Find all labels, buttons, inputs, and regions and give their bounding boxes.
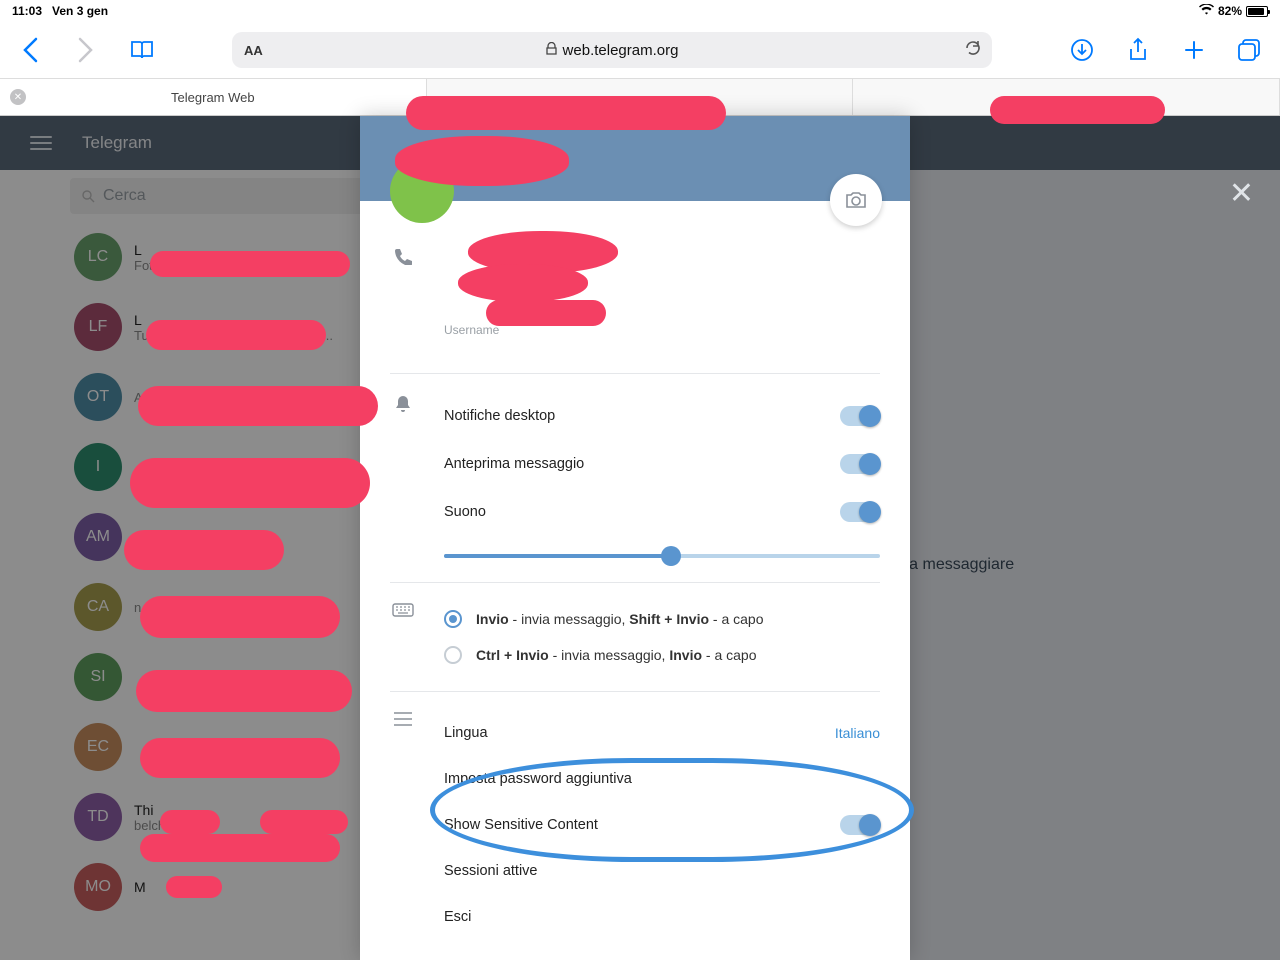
share-button[interactable] [1124, 36, 1152, 64]
camera-icon [845, 191, 867, 209]
modal-close-button[interactable]: ✕ [1229, 176, 1254, 211]
lock-icon [546, 42, 557, 59]
username-label: Username [444, 323, 880, 337]
refresh-button[interactable] [964, 38, 982, 63]
telegram-app: Telegram Cerca LC L Foto LF L Tu: Però a… [0, 116, 1280, 960]
send-enter-option[interactable]: Invio - invia messaggio, Shift + Invio -… [444, 601, 880, 637]
back-button[interactable] [16, 36, 44, 64]
desktop-notifications-label: Notifiche desktop [444, 408, 555, 424]
downloads-button[interactable] [1068, 36, 1096, 64]
browser-tab-active[interactable]: ✕ Telegram Web [0, 79, 427, 115]
tab-title: Telegram Web [171, 90, 255, 105]
url-bar[interactable]: AA web.telegram.org [232, 32, 992, 68]
reader-button[interactable]: AA [244, 43, 263, 58]
message-preview-label: Anteprima messaggio [444, 456, 584, 472]
volume-slider[interactable] [444, 554, 880, 558]
safari-toolbar: AA web.telegram.org [0, 22, 1280, 78]
battery-icon [1246, 6, 1268, 17]
new-tab-button[interactable] [1180, 36, 1208, 64]
wifi-icon [1199, 4, 1214, 18]
language-value: Italiano [835, 725, 880, 741]
forward-button[interactable] [72, 36, 100, 64]
logout-row[interactable]: Esci [444, 894, 880, 940]
status-date: Ven 3 gen [52, 4, 108, 18]
sound-label: Suono [444, 504, 486, 520]
settings-modal: Username Notifiche desktop Anteprima mes… [360, 116, 910, 960]
profile-avatar[interactable] [390, 159, 454, 223]
sound-toggle[interactable] [840, 502, 880, 522]
status-time: 11:03 [12, 4, 42, 18]
desktop-notifications-toggle[interactable] [840, 406, 880, 426]
message-preview-toggle[interactable] [840, 454, 880, 474]
tab-strip: ✕ Telegram Web [0, 78, 1280, 116]
hamburger-icon [390, 710, 416, 940]
language-label: Lingua [444, 725, 488, 741]
battery-percent: 82% [1218, 4, 1242, 18]
browser-tab[interactable] [427, 79, 854, 115]
radio-unchecked-icon [444, 646, 462, 664]
browser-tab[interactable] [853, 79, 1280, 115]
bookmarks-button[interactable] [128, 36, 156, 64]
tab-close-button[interactable]: ✕ [10, 89, 26, 105]
change-photo-button[interactable] [830, 174, 882, 226]
profile-hero [360, 116, 910, 201]
tabs-button[interactable] [1236, 36, 1264, 64]
ios-status-bar: 11:03 Ven 3 gen 82% [0, 0, 1280, 22]
language-row[interactable]: Lingua Italiano [444, 710, 880, 756]
phone-icon [390, 245, 416, 337]
sensitive-content-toggle[interactable] [840, 815, 880, 835]
send-ctrl-enter-option[interactable]: Ctrl + Invio - invia messaggio, Invio - … [444, 637, 880, 673]
url-host: web.telegram.org [563, 42, 679, 59]
keyboard-icon [390, 601, 416, 673]
radio-checked-icon [444, 610, 462, 628]
sensitive-content-row[interactable]: Show Sensitive Content [444, 802, 880, 848]
additional-password-row[interactable]: Imposta password aggiuntiva [444, 756, 880, 802]
bell-icon [390, 392, 416, 564]
active-sessions-row[interactable]: Sessioni attive [444, 848, 880, 894]
